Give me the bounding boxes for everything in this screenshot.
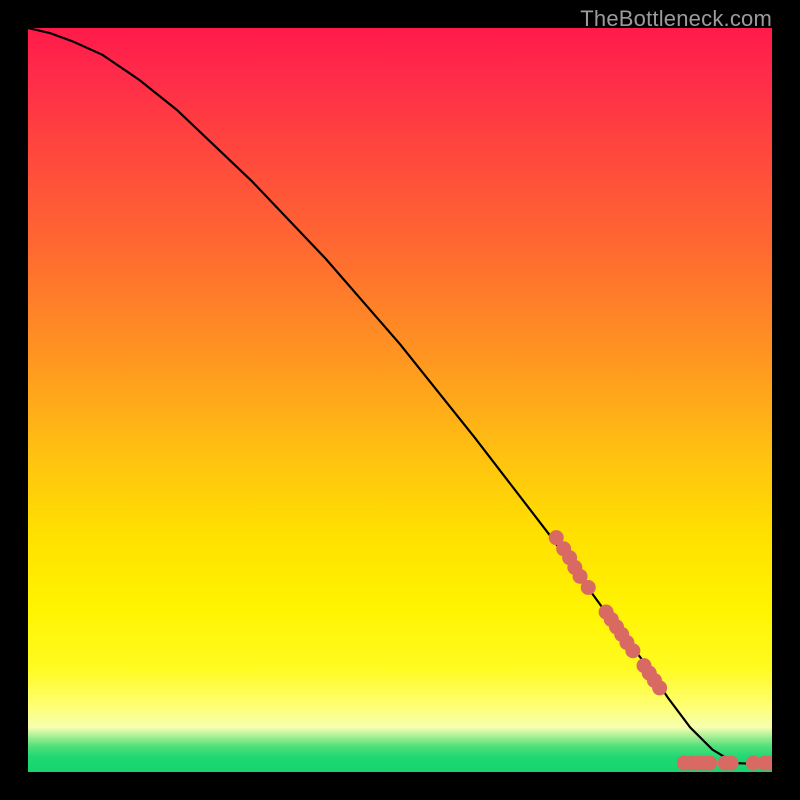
plot-area (28, 28, 772, 772)
data-dot (652, 680, 667, 695)
data-dot (702, 756, 717, 771)
chart-curve (28, 28, 772, 765)
data-dot (625, 643, 640, 658)
chart-svg (28, 28, 772, 772)
attribution-text: TheBottleneck.com (580, 6, 772, 32)
data-dot (724, 756, 739, 771)
chart-dots (549, 530, 772, 770)
chart-container: TheBottleneck.com (0, 0, 800, 800)
data-dot (581, 580, 596, 595)
